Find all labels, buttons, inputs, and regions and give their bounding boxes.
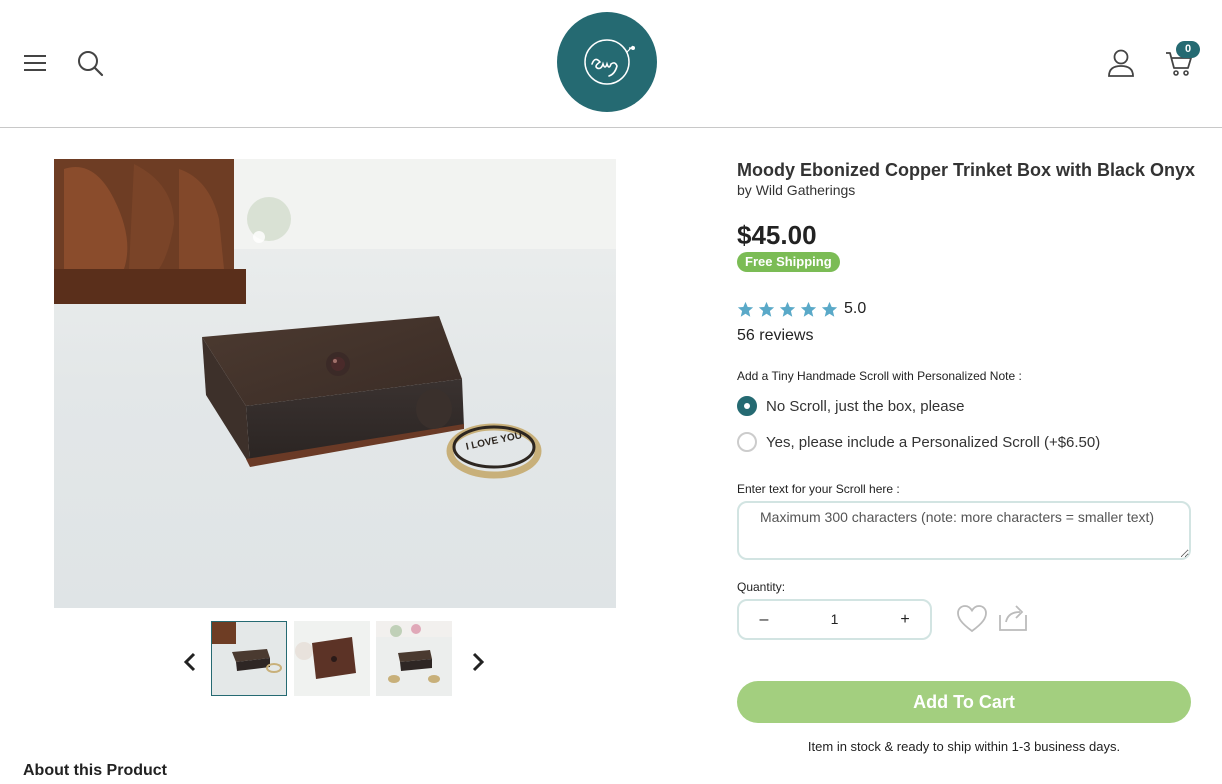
- site-logo[interactable]: [557, 12, 657, 112]
- chevron-right-icon[interactable]: [468, 650, 488, 674]
- site-header: 0: [0, 0, 1222, 128]
- rating-stars[interactable]: 5.0: [737, 300, 866, 318]
- scroll-text-input[interactable]: [737, 501, 1191, 560]
- reviews-link[interactable]: 56 reviews: [737, 327, 813, 345]
- add-to-cart-button[interactable]: Add To Cart: [737, 681, 1191, 723]
- star-icon: [737, 301, 754, 317]
- logo-mark: [584, 39, 635, 85]
- seller-link[interactable]: Wild Gatherings: [756, 182, 856, 198]
- stock-note: Item in stock & ready to ship within 1-3…: [807, 739, 1121, 754]
- quantity-increment-button[interactable]: +: [885, 601, 925, 638]
- quantity-decrement-button[interactable]: –: [744, 601, 784, 638]
- rating-value: 5.0: [844, 300, 867, 317]
- star-icon: [758, 301, 775, 317]
- share-icon[interactable]: [997, 601, 1029, 633]
- quantity-input[interactable]: [789, 601, 880, 638]
- radio-checked-icon[interactable]: [737, 396, 757, 416]
- product-seller: by Wild Gatherings: [737, 182, 855, 198]
- thumbnail-2[interactable]: [294, 621, 370, 696]
- thumbnail-3[interactable]: [376, 621, 452, 696]
- quantity-stepper: – +: [737, 599, 932, 640]
- search-icon[interactable]: [77, 50, 105, 78]
- star-icon: [821, 301, 838, 317]
- about-section-title: About this Product: [23, 762, 167, 779]
- cart-count-badge: 0: [1176, 41, 1200, 58]
- user-icon[interactable]: [1106, 48, 1136, 78]
- radio-label: Yes, please include a Personalized Scrol…: [766, 433, 1101, 451]
- star-icon: [779, 301, 796, 317]
- scroll-text-label: Enter text for your Scroll here :: [737, 482, 900, 496]
- quantity-label: Quantity:: [737, 580, 786, 594]
- radio-option-personalized-scroll[interactable]: Yes, please include a Personalized Scrol…: [737, 432, 1100, 452]
- seller-prefix: by: [737, 182, 756, 198]
- free-shipping-badge: Free Shipping: [737, 252, 840, 272]
- star-icon: [800, 301, 817, 317]
- product-main-image[interactable]: I LOVE YOU: [54, 159, 616, 608]
- product-price: $45.00: [737, 220, 817, 250]
- radio-option-no-scroll[interactable]: No Scroll, just the box, please: [737, 396, 964, 416]
- thumbnail-1[interactable]: [211, 621, 287, 696]
- radio-unchecked-icon[interactable]: [737, 432, 757, 452]
- product-photo: I LOVE YOU: [54, 159, 616, 608]
- heart-icon[interactable]: [957, 605, 987, 633]
- hamburger-menu-icon[interactable]: [24, 55, 46, 71]
- radio-label: No Scroll, just the box, please: [766, 397, 965, 415]
- chevron-left-icon[interactable]: [180, 650, 200, 674]
- product-title: Moody Ebonized Copper Trinket Box with B…: [737, 160, 1196, 180]
- scroll-option-label: Add a Tiny Handmade Scroll with Personal…: [737, 369, 1022, 383]
